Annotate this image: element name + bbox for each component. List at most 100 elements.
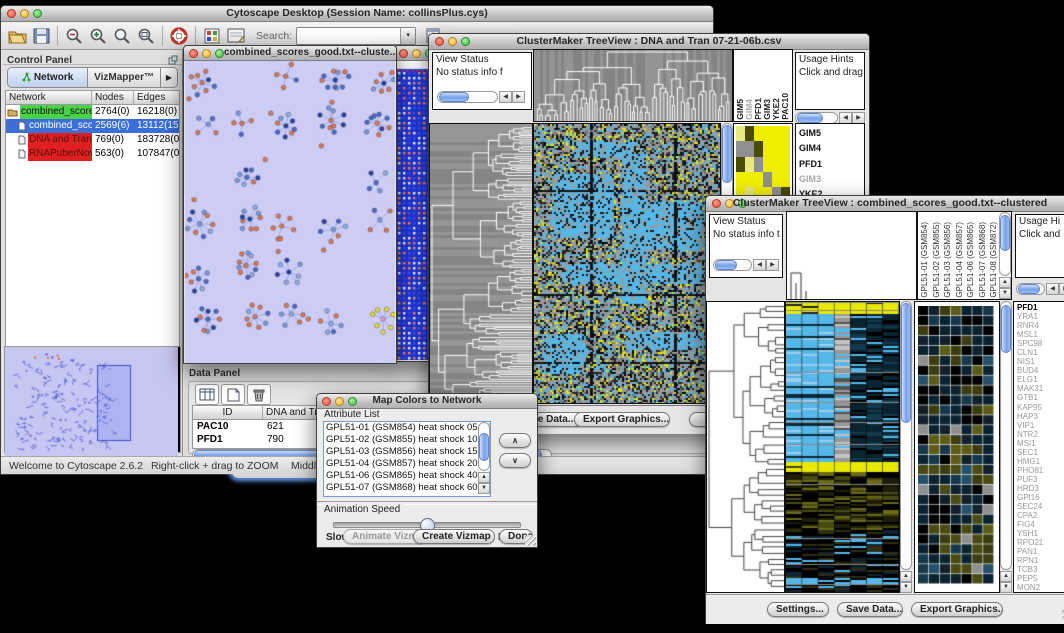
tv1-usage-title: Usage Hints — [796, 53, 864, 66]
matrix-cell — [745, 141, 754, 156]
tv1-column-dendrogram[interactable] — [533, 49, 733, 122]
tv2-heatmap[interactable] — [785, 301, 900, 593]
delete-attribute-icon[interactable] — [247, 384, 271, 405]
scroll-down-icon[interactable]: ▼ — [478, 483, 490, 494]
nodes-col-header[interactable]: Nodes — [92, 91, 134, 104]
tv2-zoom-vscrollbar[interactable]: ▲▼ — [1000, 301, 1012, 593]
attribute-list-item[interactable]: GPL51-04 (GSM857) heat shock 20 min — [324, 458, 478, 470]
network-table-row[interactable]: DNA and Tran 07769(0)183728(0) — [6, 133, 179, 147]
search-combobox[interactable]: ▾ — [296, 27, 416, 45]
tv2-row-label: SPC98 — [1017, 339, 1064, 348]
network-table-row[interactable]: RNAPuberNov2+|563(0)107847(0) — [6, 147, 179, 161]
matrix-cell — [736, 126, 745, 141]
attribute-list-item[interactable]: GPL51-02 (GSM855) heat shock 10 min — [324, 434, 478, 446]
matrix-cell — [736, 157, 745, 172]
animation-speed-slider[interactable] — [333, 522, 521, 528]
vizmapper-grid-icon[interactable] — [200, 25, 224, 47]
tv2-row-label: PEP5 — [1017, 574, 1064, 583]
tab-vizmapper-label: VizMapper™ — [94, 72, 154, 83]
matrix-cell — [745, 157, 754, 172]
move-up-button[interactable]: ∧ — [499, 433, 531, 448]
attribute-list-item[interactable]: GPL51-06 (GSM865) heat shock 40 min — [324, 470, 478, 482]
tv2-usage-scrollbar[interactable]: ◀▶ — [1016, 283, 1064, 295]
tv2-button-export-graphics[interactable]: Export Graphics... — [911, 602, 1003, 617]
network-col-header[interactable]: Network — [6, 91, 92, 104]
tv2-row-label: HMG1 — [1017, 457, 1064, 466]
birdseye-panel[interactable] — [4, 346, 181, 453]
attribute-list-item[interactable]: GPL51-07 (GSM868) heat shock 60 min — [324, 482, 478, 494]
help-lifering-icon[interactable] — [167, 25, 191, 47]
new-attribute-icon[interactable] — [221, 384, 245, 405]
tv1-row-dendrogram[interactable] — [429, 123, 533, 404]
search-input[interactable] — [297, 28, 400, 44]
scroll-down-icon[interactable]: ▼ — [1000, 582, 1012, 593]
annotation-icon[interactable] — [224, 25, 248, 47]
tv2-row-dendrogram[interactable] — [706, 301, 785, 593]
tab-network[interactable]: Network — [8, 68, 88, 87]
close-button[interactable] — [399, 49, 408, 58]
scroll-left-icon[interactable]: ◀ — [753, 259, 766, 271]
scroll-down-icon[interactable]: ▼ — [900, 582, 912, 593]
tv2-column-dendrogram[interactable] — [786, 211, 917, 300]
zoom-selected-icon[interactable] — [110, 25, 134, 47]
scroll-down-icon[interactable]: ▼ — [999, 288, 1011, 299]
scroll-left-icon[interactable]: ◀ — [1046, 283, 1059, 295]
tv2-row-label: RPO21 — [1017, 538, 1064, 547]
document-icon — [18, 135, 26, 145]
move-down-button[interactable]: ∨ — [499, 453, 531, 468]
tv2-row-label: CLN1 — [1017, 348, 1064, 357]
attribute-list-item[interactable]: GPL51-03 (GSM856) heat shock 15 min — [324, 446, 478, 458]
tv1-button-export-graphics[interactable]: Export Graphics... — [574, 412, 670, 427]
tv2-column-label: GPL51-01 (GSM854) — [920, 222, 929, 298]
birdseye-canvas[interactable] — [5, 347, 178, 457]
main-titlebar[interactable]: Cytoscape Desktop (Session Name: collins… — [1, 6, 713, 22]
tv2-row-label: TCB3 — [1017, 565, 1064, 574]
resize-grip[interactable] — [525, 535, 536, 546]
matrix-cell — [772, 157, 781, 172]
scroll-up-icon[interactable]: ▲ — [900, 571, 912, 582]
close-button[interactable] — [189, 49, 198, 58]
network-canvas[interactable] — [185, 61, 395, 363]
tv2-heatmap-vscrollbar[interactable]: ▲▼ — [900, 301, 912, 593]
edges-col-header[interactable]: Edges — [134, 91, 179, 104]
zoom-fit-icon[interactable] — [134, 25, 158, 47]
tv2-button-settings[interactable]: Settings... — [767, 602, 829, 617]
attribute-select-icon[interactable] — [195, 384, 219, 405]
search-dropdown-icon[interactable]: ▾ — [400, 28, 415, 44]
minimize-button[interactable] — [412, 49, 421, 58]
scroll-up-icon[interactable]: ▲ — [999, 277, 1011, 288]
tv2-collabels-scrollbar[interactable]: ▲▼ — [999, 212, 1011, 299]
open-file-icon[interactable] — [5, 25, 29, 47]
tv1-status-scrollbar[interactable]: ◀▶ — [437, 91, 525, 103]
matrix-cell — [754, 172, 763, 187]
tv1-heatmap[interactable] — [533, 123, 721, 404]
zoom-out-icon[interactable] — [62, 25, 86, 47]
network-table-row[interactable]: combined_sco2569(6)13112(15) — [6, 119, 179, 133]
tab-overflow-button[interactable]: ▶ — [161, 68, 177, 87]
save-icon[interactable] — [29, 25, 53, 47]
scroll-right-icon[interactable]: ▶ — [766, 259, 779, 271]
attribute-list-item[interactable]: GPL51-01 (GSM854) heat shock 05 min — [324, 422, 478, 434]
tab-vizmapper[interactable]: VizMapper™ — [88, 68, 161, 87]
treeview2-titlebar[interactable]: ClusterMaker TreeView : combined_scores_… — [706, 196, 1064, 212]
zoom-button[interactable] — [215, 49, 224, 58]
tv2-button-save-data[interactable]: Save Data... — [837, 602, 903, 617]
zoom-in-icon[interactable] — [86, 25, 110, 47]
dialog-titlebar[interactable]: Map Colors to Network — [317, 394, 537, 409]
scroll-right-icon[interactable]: ▶ — [512, 91, 525, 103]
folder-icon — [7, 108, 18, 117]
scroll-left-icon[interactable]: ◀ — [499, 91, 512, 103]
tv2-zoom-heatmap[interactable] — [918, 306, 994, 584]
scroll-right-icon[interactable]: ▶ — [1059, 283, 1064, 295]
treeview1-titlebar[interactable]: ClusterMaker TreeView : DNA and Tran 07-… — [429, 34, 869, 50]
attribute-list-scrollbar[interactable]: ▲▼ — [478, 422, 490, 494]
network-view-titlebar[interactable]: combined_scores_good.txt--cluste... — [184, 46, 396, 61]
tv2-view-status-title: View Status — [710, 215, 782, 228]
minimize-button[interactable] — [202, 49, 211, 58]
create-vizmap-button[interactable]: Create Vizmap — [413, 529, 495, 544]
id-col-header[interactable]: ID — [193, 406, 263, 419]
scroll-up-icon[interactable]: ▲ — [1000, 571, 1012, 582]
network-table-row[interactable]: combined_scores2764(0)16218(0) — [6, 105, 179, 119]
scroll-up-icon[interactable]: ▲ — [478, 472, 490, 483]
tv2-status-scrollbar[interactable]: ◀▶ — [713, 259, 779, 271]
